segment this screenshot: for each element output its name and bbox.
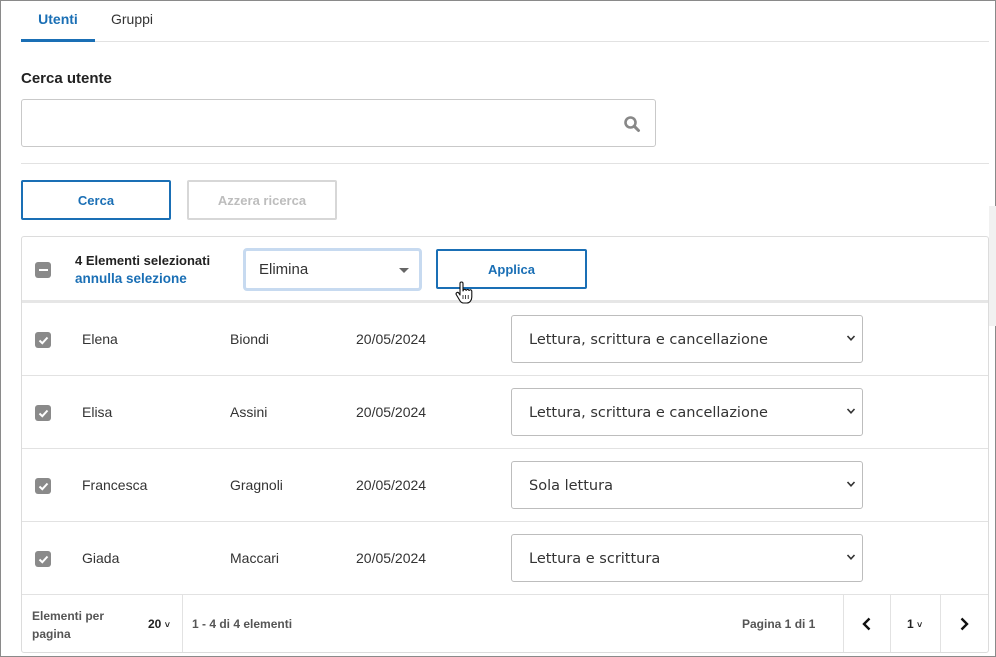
range-text: 1 - 4 di 4 elementi (192, 617, 293, 631)
date-cell: 20/05/2024 (356, 331, 427, 347)
date-cell: 20/05/2024 (356, 404, 427, 420)
chevron-down-icon (846, 481, 856, 487)
search-icon[interactable] (623, 115, 641, 133)
cancel-selection-link[interactable]: annulla selezione (75, 271, 187, 286)
first-name-cell: Giada (82, 550, 120, 566)
selected-count: 4 Elementi selezionati (75, 253, 211, 268)
row-checkbox[interactable] (35, 478, 51, 494)
pagination-bar: Elementi per pagina 20 ˅ 1 - 4 di 4 elem… (22, 595, 988, 652)
row-checkbox[interactable] (35, 405, 51, 421)
search-field (21, 99, 656, 147)
page-select[interactable]: 1 ˅ (907, 617, 922, 631)
tab-gruppi[interactable]: Gruppi (111, 1, 153, 42)
row-checkbox[interactable] (35, 332, 51, 348)
chevron-down-icon: ˅ (164, 620, 170, 630)
table-row: Elisa Assini 20/05/2024 Lettura, scrittu… (22, 376, 988, 449)
last-name-cell: Biondi (230, 331, 269, 347)
table-row: Elena Biondi 20/05/2024 Lettura, scrittu… (22, 303, 988, 376)
next-page-button[interactable] (941, 595, 987, 652)
footer-divider (890, 595, 891, 652)
previous-page-button[interactable] (844, 595, 890, 652)
tab-bar: Utenti Gruppi (21, 1, 989, 42)
search-label: Cerca utente (21, 70, 112, 87)
chevron-left-icon (862, 617, 871, 630)
bulk-action-select[interactable]: Elimina (243, 248, 422, 291)
per-page-value: 20 (148, 617, 162, 631)
hand-cursor-icon (455, 281, 473, 304)
permission-select[interactable]: Lettura, scrittura e cancellazione (511, 315, 863, 363)
first-name-cell: Francesca (82, 477, 148, 493)
chevron-down-icon (846, 408, 856, 414)
last-name-cell: Assini (230, 404, 268, 420)
table-row: Francesca Gragnoli 20/05/2024 Sola lettu… (22, 449, 988, 522)
select-all-checkbox[interactable] (35, 262, 51, 278)
caret-down-icon (399, 268, 409, 273)
per-page-select[interactable]: 20 ˅ (148, 617, 170, 631)
tab-utenti[interactable]: Utenti (21, 1, 95, 42)
footer-divider (182, 595, 183, 652)
last-name-cell: Maccari (230, 550, 280, 566)
section-divider (21, 163, 989, 164)
chevron-down-icon (846, 554, 856, 560)
window-frame: Utenti Gruppi Cerca utente Cerca Azzera … (0, 0, 996, 657)
users-table: 4 Elementi selezionati annulla selezione… (21, 236, 989, 653)
bulk-action-value: Elimina (259, 261, 309, 278)
page-select-value: 1 (907, 617, 914, 631)
reset-search-button[interactable]: Azzera ricerca (187, 180, 337, 220)
permission-select[interactable]: Sola lettura (511, 461, 863, 509)
chevron-right-icon (960, 617, 969, 630)
scrollbar-track[interactable] (989, 206, 996, 326)
bulk-action-bar: 4 Elementi selezionati annulla selezione… (22, 237, 988, 304)
search-input[interactable] (22, 100, 602, 146)
date-cell: 20/05/2024 (356, 477, 427, 493)
first-name-cell: Elisa (82, 404, 113, 420)
per-page-label: Elementi per pagina (32, 609, 105, 641)
permission-value: Sola lettura (529, 478, 613, 494)
search-button[interactable]: Cerca (21, 180, 171, 220)
last-name-cell: Gragnoli (230, 477, 283, 493)
table-body: Elena Biondi 20/05/2024 Lettura, scrittu… (22, 303, 988, 595)
row-checkbox[interactable] (35, 551, 51, 567)
table-row: Giada Maccari 20/05/2024 Lettura e scrit… (22, 522, 988, 595)
date-cell: 20/05/2024 (356, 550, 427, 566)
first-name-cell: Elena (82, 331, 118, 347)
permission-value: Lettura, scrittura e cancellazione (529, 405, 768, 421)
permission-select[interactable]: Lettura, scrittura e cancellazione (511, 388, 863, 436)
chevron-down-icon (846, 335, 856, 341)
permission-value: Lettura e scrittura (529, 551, 661, 567)
permission-value: Lettura, scrittura e cancellazione (529, 332, 768, 348)
page-of-text: Pagina 1 di 1 (742, 617, 816, 631)
chevron-down-icon: ˅ (917, 620, 923, 630)
permission-select[interactable]: Lettura e scrittura (511, 534, 863, 582)
